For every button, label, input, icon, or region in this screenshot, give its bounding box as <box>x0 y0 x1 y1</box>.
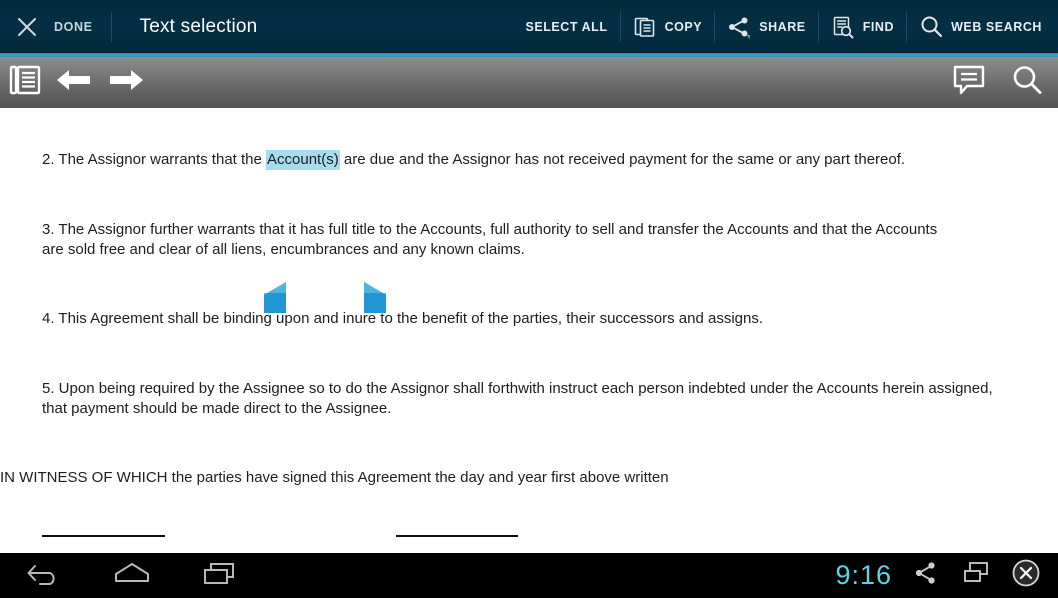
arrow-left-icon <box>55 67 93 98</box>
copy-pages-icon <box>632 14 658 40</box>
search-in-document-button[interactable] <box>1008 63 1046 103</box>
selected-text[interactable]: Account(s) <box>266 150 340 170</box>
magnifier-icon <box>918 14 944 40</box>
screen-mirror-icon <box>962 560 990 591</box>
signature-line-right <box>396 535 518 537</box>
witness-paragraph[interactable]: IN WITNESS OF WHICH the parties have sig… <box>0 468 1000 488</box>
signature-line-left <box>42 535 165 537</box>
page-title: Text selection <box>139 15 258 37</box>
share-nodes-icon <box>913 560 939 591</box>
nav-recents-button[interactable] <box>196 556 244 596</box>
nav-back-button[interactable] <box>20 556 68 596</box>
status-share-button[interactable] <box>910 560 942 592</box>
document-page[interactable]: 2. The Assignor warrants that the Accoun… <box>0 108 1058 553</box>
find-label: FIND <box>862 19 895 34</box>
screen-root: DONE Text selection SELECT ALL COPY SHAR… <box>0 0 1058 598</box>
system-navigation-bar: 9:16 <box>0 553 1058 598</box>
share-label: SHARE <box>759 19 806 34</box>
system-status-area: 9:16 <box>835 558 1058 593</box>
status-close-button[interactable] <box>1010 558 1042 593</box>
share-button[interactable]: SHARE <box>714 0 818 53</box>
paragraph-2[interactable]: 2. The Assignor warrants that the Accoun… <box>42 150 1002 170</box>
action-bar-actions: SELECT ALL COPY SHARE FIND WEB SEARCH <box>513 0 1058 53</box>
done-button[interactable]: DONE <box>54 20 111 34</box>
status-screen-mirror-button[interactable] <box>960 560 992 592</box>
paragraph-2-after: are due and the Assignor has not receive… <box>339 151 906 168</box>
status-clock: 9:16 <box>835 560 892 590</box>
reader-toolbar-right <box>950 63 1058 103</box>
arrow-right-icon <box>107 67 145 98</box>
paragraph-5[interactable]: 5. Upon being required by the Assignee s… <box>42 379 1002 418</box>
reader-toolbar <box>0 57 1058 108</box>
text-selection-action-bar: DONE Text selection SELECT ALL COPY SHAR… <box>0 0 1058 53</box>
comment-bubble-icon <box>952 64 986 101</box>
nav-home-icon <box>112 560 152 591</box>
system-nav-buttons <box>0 556 244 596</box>
magnifier-icon <box>1010 63 1044 102</box>
close-x-icon <box>16 16 38 38</box>
book-contents-icon <box>8 63 42 102</box>
nav-home-button[interactable] <box>108 556 156 596</box>
select-all-button[interactable]: SELECT ALL <box>513 0 619 53</box>
find-button[interactable]: FIND <box>817 0 906 53</box>
comments-button[interactable] <box>950 63 988 103</box>
close-circle-icon <box>1011 558 1041 593</box>
web-search-label: WEB SEARCH <box>951 19 1042 34</box>
page-back-button[interactable] <box>50 61 98 105</box>
nav-back-icon <box>26 560 62 591</box>
nav-recents-icon <box>202 560 238 591</box>
selection-handle-end[interactable] <box>362 281 388 315</box>
selection-handle-start[interactable] <box>262 281 288 315</box>
document-find-icon <box>830 14 856 40</box>
paragraph-2-before: 2. The Assignor warrants that the <box>42 151 267 168</box>
table-of-contents-button[interactable] <box>4 61 46 105</box>
share-nodes-icon <box>726 14 752 40</box>
web-search-button[interactable]: WEB SEARCH <box>906 0 1054 53</box>
copy-label: COPY <box>664 19 703 34</box>
page-forward-button[interactable] <box>102 61 150 105</box>
reader-toolbar-left <box>0 61 150 105</box>
paragraph-4[interactable]: 4. This Agreement shall be binding upon … <box>42 309 1002 329</box>
copy-button[interactable]: COPY <box>619 0 715 53</box>
close-selection-button[interactable] <box>0 0 54 53</box>
select-all-label: SELECT ALL <box>525 19 608 34</box>
paragraph-3[interactable]: 3. The Assignor further warrants that it… <box>42 220 962 259</box>
